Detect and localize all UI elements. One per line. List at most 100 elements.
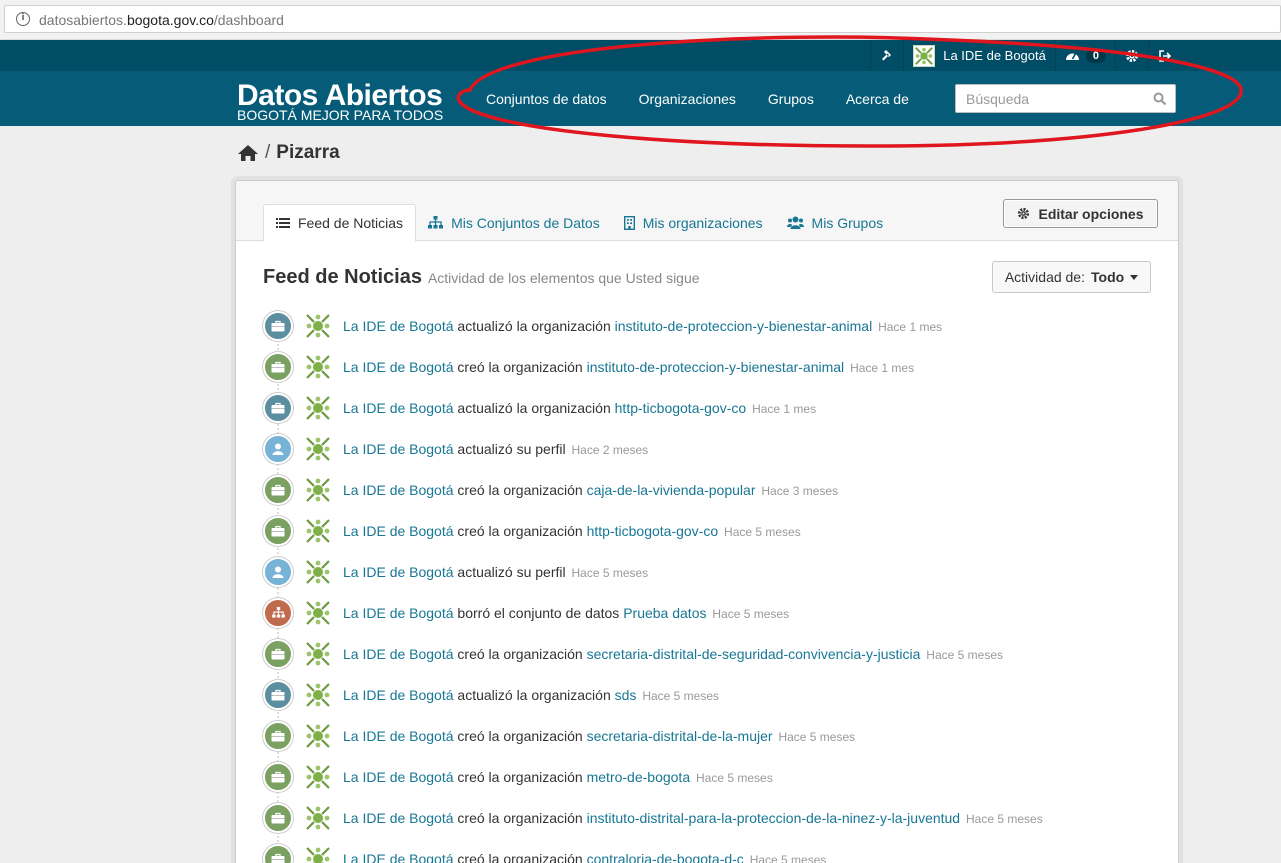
avatar[interactable] xyxy=(304,475,332,504)
activity-object-link[interactable]: http-ticbogota-gov-co xyxy=(587,523,719,539)
activity-action: actualizó su perfil xyxy=(457,440,566,457)
briefcase-icon xyxy=(263,310,293,341)
home-icon[interactable] xyxy=(237,144,259,162)
activity-item: La IDE de Bogotá borró el conjunto de da… xyxy=(263,592,1143,633)
activity-user-link[interactable]: La IDE de Bogotá xyxy=(343,441,454,457)
activity-timestamp: Hace 5 meses xyxy=(749,852,827,863)
activity-object-link[interactable]: contraloria-de-bogota-d-c xyxy=(587,851,744,863)
info-icon[interactable]: i xyxy=(16,12,30,26)
site-header: Datos Abiertos BOGOTÁ MEJOR PARA TODOS C… xyxy=(0,71,1281,126)
activity-user-link[interactable]: La IDE de Bogotá xyxy=(343,769,454,785)
notification-badge: 0 xyxy=(1085,48,1106,63)
activity-object-link[interactable]: instituto-de-proteccion-y-bienestar-anim… xyxy=(615,318,873,334)
briefcase-icon xyxy=(263,351,293,382)
activity-timestamp: Hace 5 meses xyxy=(778,729,856,744)
activity-user-link[interactable]: La IDE de Bogotá xyxy=(343,564,454,580)
activity-user-link[interactable]: La IDE de Bogotá xyxy=(343,810,454,826)
activity-item: La IDE de Bogotá actualizó su perfil Hac… xyxy=(263,551,1143,592)
dashboard-icon xyxy=(1065,53,1079,60)
url-text: datosabiertos.bogota.gov.co/dashboard xyxy=(39,12,284,28)
activity-action: actualizó la organización xyxy=(457,399,611,416)
avatar[interactable] xyxy=(304,803,332,832)
avatar[interactable] xyxy=(304,680,332,709)
activity-object-link[interactable]: metro-de-bogota xyxy=(587,769,691,785)
activity-action: creó la organización xyxy=(457,850,583,863)
tab-news-feed[interactable]: Feed de Noticias xyxy=(263,204,417,242)
activity-user-link[interactable]: La IDE de Bogotá xyxy=(343,318,454,334)
briefcase-icon xyxy=(263,392,293,423)
tab-my-organizations[interactable]: Mis organizaciones xyxy=(612,204,775,241)
activity-object-link[interactable]: caja-de-la-vivienda-popular xyxy=(587,482,756,498)
activity-user-link[interactable]: La IDE de Bogotá xyxy=(343,646,454,662)
activity-user-link[interactable]: La IDE de Bogotá xyxy=(343,687,454,703)
activity-user-link[interactable]: La IDE de Bogotá xyxy=(343,359,454,375)
activity-user-link[interactable]: La IDE de Bogotá xyxy=(343,400,454,416)
tab-my-groups[interactable]: Mis Grupos xyxy=(775,204,896,241)
activity-object-link[interactable]: secretaria-distrital-de-seguridad-conviv… xyxy=(587,646,921,662)
activity-object-link[interactable]: sds xyxy=(615,687,637,703)
avatar[interactable] xyxy=(304,721,332,750)
avatar[interactable] xyxy=(304,393,332,422)
breadcrumb: / Pizarra xyxy=(237,142,340,164)
logout-link[interactable] xyxy=(1148,40,1181,71)
sitemap-icon xyxy=(428,216,444,229)
edit-settings-button[interactable]: Editar opciones xyxy=(1003,199,1158,228)
avatar[interactable] xyxy=(304,639,332,668)
user-profile-link[interactable]: La IDE de Bogotá xyxy=(903,40,1055,71)
briefcase-icon xyxy=(263,679,293,710)
sysadmin-link[interactable] xyxy=(870,40,903,71)
activity-object-link[interactable]: http-ticbogota-gov-co xyxy=(615,400,747,416)
activity-filter-dropdown[interactable]: Actividad de: Todo xyxy=(992,261,1151,293)
avatar[interactable] xyxy=(304,557,332,586)
activity-timestamp: Hace 1 mes xyxy=(752,401,817,416)
activity-user-link[interactable]: La IDE de Bogotá xyxy=(343,482,454,498)
activity-text: La IDE de Bogotá actualizó la organizaci… xyxy=(343,318,942,334)
dashboard-link[interactable]: 0 xyxy=(1054,40,1115,71)
activity-object-link[interactable]: instituto-distrital-para-la-proteccion-d… xyxy=(587,810,961,826)
account-masthead: La IDE de Bogotá 0 xyxy=(0,40,1281,71)
activity-timestamp: Hace 5 meses xyxy=(571,565,649,580)
nav-organizations[interactable]: Organizaciones xyxy=(623,91,752,107)
tab-label: Mis organizaciones xyxy=(642,214,763,231)
avatar[interactable] xyxy=(304,311,332,340)
activity-text: La IDE de Bogotá creó la organización in… xyxy=(343,810,1043,826)
tab-label: Feed de Noticias xyxy=(298,215,404,231)
avatar[interactable] xyxy=(304,516,332,545)
activity-item: La IDE de Bogotá creó la organización se… xyxy=(263,715,1143,756)
activity-action: creó la organización xyxy=(457,727,583,744)
avatar[interactable] xyxy=(304,352,332,381)
settings-link[interactable] xyxy=(1115,40,1148,71)
activity-item: La IDE de Bogotá actualizó la organizaci… xyxy=(263,674,1143,715)
activity-user-link[interactable]: La IDE de Bogotá xyxy=(343,605,454,621)
activity-user-link[interactable]: La IDE de Bogotá xyxy=(343,728,454,744)
activity-user-link[interactable]: La IDE de Bogotá xyxy=(343,523,454,539)
activity-object-link[interactable]: instituto-de-proteccion-y-bienestar-anim… xyxy=(587,359,845,375)
site-logo-subtitle: BOGOTÁ MEJOR PARA TODOS xyxy=(237,107,444,123)
tab-my-datasets[interactable]: Mis Conjuntos de Datos xyxy=(416,204,612,241)
avatar[interactable] xyxy=(304,598,332,627)
edit-settings-label: Editar opciones xyxy=(1038,205,1144,222)
activity-action: creó la organización xyxy=(457,768,583,785)
activity-object-link[interactable]: Prueba datos xyxy=(623,605,706,621)
url-field[interactable]: i datosabiertos.bogota.gov.co/dashboard xyxy=(4,5,1281,33)
nav-about[interactable]: Acerca de xyxy=(830,91,925,107)
search-icon[interactable] xyxy=(1153,92,1167,106)
avatar[interactable] xyxy=(304,844,332,863)
activity-action: actualizó su perfil xyxy=(457,563,566,580)
building-icon xyxy=(623,215,635,230)
avatar[interactable] xyxy=(304,434,332,463)
avatar[interactable] xyxy=(304,762,332,791)
activity-item: La IDE de Bogotá creó la organización in… xyxy=(263,797,1143,838)
search-input[interactable] xyxy=(966,85,1146,112)
panel-header: Feed de Noticias Mis Conjuntos de Datos … xyxy=(236,181,1178,242)
activity-text: La IDE de Bogotá creó la organización in… xyxy=(343,359,914,375)
breadcrumb-current[interactable]: Pizarra xyxy=(276,142,339,164)
activity-action: creó la organización xyxy=(457,645,583,662)
caret-down-icon xyxy=(1130,274,1139,280)
nav-datasets[interactable]: Conjuntos de datos xyxy=(470,91,623,107)
activity-action: borró el conjunto de datos xyxy=(457,604,620,621)
gavel-icon xyxy=(882,49,892,60)
nav-groups[interactable]: Grupos xyxy=(752,91,830,107)
activity-user-link[interactable]: La IDE de Bogotá xyxy=(343,851,454,863)
activity-object-link[interactable]: secretaria-distrital-de-la-mujer xyxy=(587,728,773,744)
